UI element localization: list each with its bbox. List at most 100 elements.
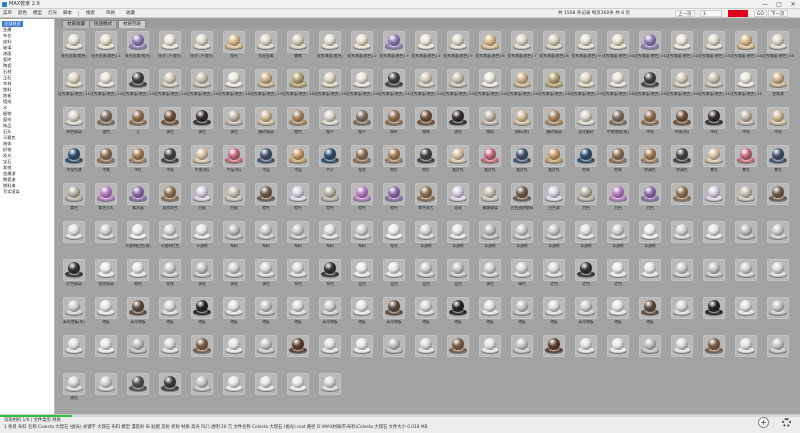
material-swatch[interactable] bbox=[90, 219, 122, 257]
material-swatch[interactable] bbox=[186, 371, 218, 409]
material-swatch[interactable]: 半透明 bbox=[538, 219, 570, 257]
material-swatch[interactable]: 地板 bbox=[474, 295, 506, 333]
material-swatch[interactable]: 优秀漆面(黑色) 18 bbox=[282, 67, 314, 105]
material-swatch[interactable]: 优秀漆面(黑色) 15 bbox=[186, 67, 218, 105]
material-swatch[interactable]: 优秀漆面(黑色) 25 bbox=[506, 67, 538, 105]
material-swatch[interactable]: 白色透明塑料 bbox=[506, 181, 538, 219]
material-swatch[interactable]: 镀铬 bbox=[282, 29, 314, 67]
material-swatch[interactable]: 棕黄色 bbox=[666, 143, 698, 181]
material-swatch[interactable]: 不透明红色(黑) bbox=[122, 219, 154, 257]
material-swatch[interactable]: 红色 bbox=[602, 257, 634, 295]
material-swatch[interactable]: 优秀漆面(黑色) 8 bbox=[538, 29, 570, 67]
material-swatch[interactable]: 优秀漆面(黑色) 10 bbox=[602, 29, 634, 67]
material-swatch[interactable]: 地板 bbox=[250, 295, 282, 333]
menu-item[interactable]: 颜色 bbox=[18, 10, 27, 17]
material-swatch[interactable]: 中蓝(哑) bbox=[218, 143, 250, 181]
gear-icon[interactable] bbox=[782, 418, 791, 427]
menu-item[interactable]: 脚本 bbox=[63, 10, 72, 17]
material-swatch[interactable]: 优秀漆面(黑色) 16 bbox=[218, 67, 250, 105]
material-swatch[interactable]: 高光地板 bbox=[378, 295, 410, 333]
material-swatch[interactable] bbox=[698, 181, 730, 219]
material-swatch[interactable] bbox=[90, 333, 122, 371]
material-swatch[interactable]: 布料 bbox=[250, 219, 282, 257]
material-swatch[interactable] bbox=[698, 333, 730, 371]
material-swatch[interactable]: 中黑(哑) bbox=[186, 143, 218, 181]
material-swatch[interactable]: 蓝色 bbox=[378, 257, 410, 295]
material-swatch[interactable]: 哑光 bbox=[378, 219, 410, 257]
material-swatch[interactable]: 塑料 bbox=[474, 105, 506, 143]
material-swatch[interactable] bbox=[730, 295, 762, 333]
material-swatch[interactable]: 哑光金属(颜色) bbox=[58, 29, 90, 67]
menu-item[interactable]: 菜单 bbox=[3, 10, 12, 17]
material-swatch[interactable]: 中红 bbox=[122, 143, 154, 181]
material-swatch[interactable] bbox=[442, 333, 474, 371]
material-swatch[interactable]: 棕色 bbox=[314, 181, 346, 219]
material-swatch[interactable]: 模糊玻璃 bbox=[474, 181, 506, 219]
material-swatch[interactable] bbox=[762, 257, 794, 295]
material-swatch[interactable] bbox=[666, 295, 698, 333]
material-swatch[interactable]: 优秀漆面(黑色) 4 bbox=[410, 29, 442, 67]
material-swatch[interactable]: 半透明 bbox=[570, 219, 602, 257]
material-swatch[interactable]: 黄色 bbox=[218, 105, 250, 143]
material-swatch[interactable]: 半透明 bbox=[506, 219, 538, 257]
material-swatch[interactable]: 优秀漆面(黑色) 30 bbox=[666, 67, 698, 105]
material-swatch[interactable] bbox=[602, 333, 634, 371]
material-swatch[interactable]: 高光地板 bbox=[314, 295, 346, 333]
material-swatch[interactable]: 竹子 bbox=[314, 143, 346, 181]
material-swatch[interactable]: 灰色 bbox=[282, 257, 314, 295]
material-swatch[interactable]: 磨砂玻璃 bbox=[538, 105, 570, 143]
material-swatch[interactable] bbox=[378, 333, 410, 371]
material-swatch[interactable]: 白色 bbox=[570, 181, 602, 219]
material-swatch[interactable]: 优秀漆面(黑色) 6 bbox=[474, 29, 506, 67]
material-swatch[interactable]: 优秀漆面(黑色) 12 bbox=[666, 29, 698, 67]
material-swatch[interactable]: 黄色 bbox=[474, 257, 506, 295]
material-swatch[interactable] bbox=[154, 371, 186, 409]
material-swatch[interactable]: 优秀漆面(黑色) 14 bbox=[730, 29, 762, 67]
material-swatch[interactable]: 白瓷 bbox=[218, 181, 250, 219]
material-swatch[interactable]: 磨砂玻璃 bbox=[250, 105, 282, 143]
material-swatch[interactable] bbox=[698, 257, 730, 295]
material-swatch[interactable]: 橙色 bbox=[282, 105, 314, 143]
material-swatch[interactable]: 布料 bbox=[346, 219, 378, 257]
material-swatch[interactable]: 优秀漆面(黑色) 32 bbox=[730, 67, 762, 105]
material-swatch[interactable] bbox=[154, 333, 186, 371]
material-swatch[interactable]: 白色漆 bbox=[538, 181, 570, 219]
tab-material-list[interactable]: 材质列表 bbox=[118, 20, 146, 28]
material-swatch[interactable]: 咖啡 bbox=[410, 105, 442, 143]
material-swatch[interactable]: 地板 bbox=[410, 295, 442, 333]
material-swatch[interactable]: 蓝色 bbox=[442, 257, 474, 295]
material-swatch[interactable]: 发光磨砂 bbox=[570, 105, 602, 143]
material-swatch[interactable]: 棕色 bbox=[250, 181, 282, 219]
material-swatch[interactable]: 绿色 bbox=[506, 257, 538, 295]
menu-tool-favorite[interactable]: 收藏 bbox=[126, 10, 135, 17]
material-swatch[interactable]: 红色 bbox=[570, 257, 602, 295]
material-swatch[interactable]: 黑色 bbox=[58, 371, 90, 409]
material-swatch[interactable]: 地板 bbox=[506, 295, 538, 333]
material-swatch[interactable] bbox=[762, 219, 794, 257]
material-swatch[interactable]: 优秀漆面(黑色) 5 bbox=[442, 29, 474, 67]
material-swatch[interactable]: 优秀漆面(黑色) bbox=[314, 29, 346, 67]
material-swatch[interactable] bbox=[570, 333, 602, 371]
material-swatch[interactable]: 棕红 bbox=[410, 143, 442, 181]
material-swatch[interactable] bbox=[666, 181, 698, 219]
material-swatch[interactable]: 高光地板 bbox=[570, 295, 602, 333]
material-swatch[interactable]: 花纹 bbox=[346, 143, 378, 181]
material-swatch[interactable]: 优秀漆面(黑色) 20 bbox=[346, 67, 378, 105]
material-swatch[interactable]: 地板 bbox=[442, 295, 474, 333]
material-swatch[interactable]: 中金 bbox=[762, 105, 794, 143]
material-swatch[interactable] bbox=[762, 295, 794, 333]
material-swatch[interactable]: 棕色灰大 bbox=[410, 181, 442, 219]
material-swatch[interactable]: 中红 bbox=[698, 105, 730, 143]
material-swatch[interactable]: 红色 bbox=[538, 257, 570, 295]
material-swatch[interactable]: 优秀漆面(黑色) 14 bbox=[154, 67, 186, 105]
material-swatch[interactable] bbox=[730, 181, 762, 219]
material-swatch[interactable]: 棕黄色 bbox=[634, 143, 666, 181]
material-swatch[interactable] bbox=[698, 295, 730, 333]
material-swatch[interactable]: 柳叶 bbox=[378, 105, 410, 143]
go-button[interactable]: GO bbox=[754, 10, 768, 17]
material-swatch[interactable]: 地板 bbox=[186, 295, 218, 333]
material-swatch[interactable]: 不透明 bbox=[186, 219, 218, 257]
material-swatch[interactable]: 半透明 bbox=[602, 219, 634, 257]
material-swatch[interactable]: 优秀漆面(黑色) 26 bbox=[538, 67, 570, 105]
material-swatch[interactable]: 紫色 bbox=[762, 143, 794, 181]
